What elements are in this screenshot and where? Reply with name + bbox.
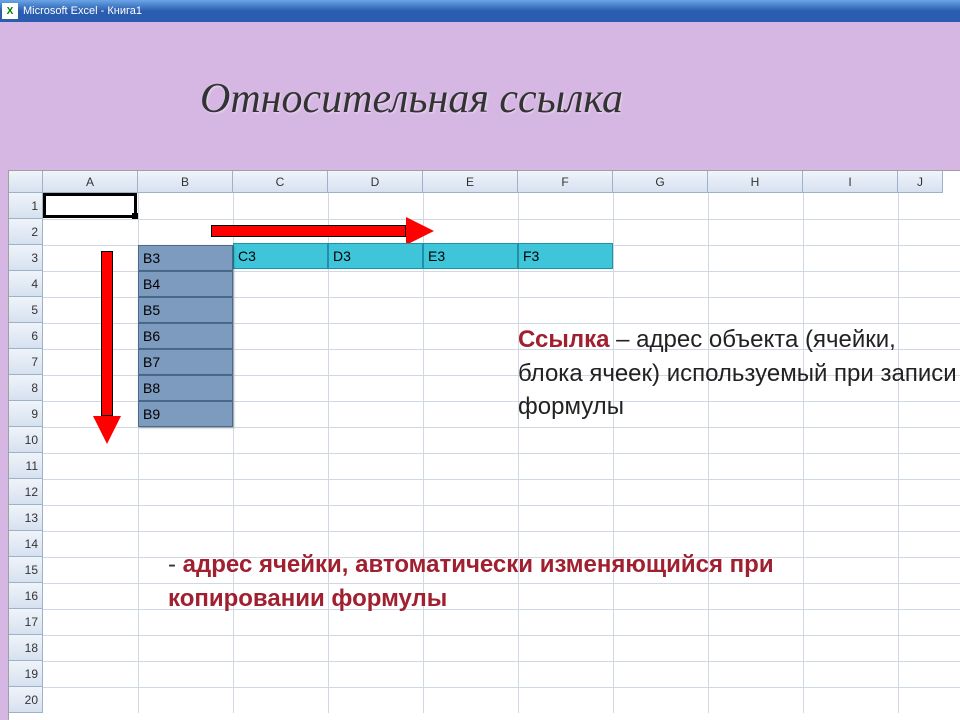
col-header[interactable]: E [423,171,518,193]
col-header[interactable]: H [708,171,803,193]
ref-cell: B8 [138,375,233,401]
row-header[interactable]: 10 [9,427,43,453]
header-corner[interactable] [9,171,43,193]
col-header[interactable]: F [518,171,613,193]
col-header[interactable]: C [233,171,328,193]
row-headers: 1 2 3 4 5 6 7 8 9 10 11 12 13 14 15 16 1… [9,193,43,713]
row-header[interactable]: 5 [9,297,43,323]
vertical-reference-cells: B3 B4 B5 B6 B7 B8 B9 [138,245,233,427]
horizontal-reference-cells: C3 D3 E3 F3 [233,243,613,269]
ref-cell: B7 [138,349,233,375]
exp-seg: изменяющийся [540,551,723,578]
ref-cell: F3 [518,243,613,269]
column-headers: A B C D E F G H I J [9,171,960,193]
spreadsheet: A B C D E F G H I J 1 2 3 4 5 6 7 8 9 10 [8,170,960,720]
ref-cell: D3 [328,243,423,269]
row-header[interactable]: 13 [9,505,43,531]
ref-cell: C3 [233,243,328,269]
row-header[interactable]: 1 [9,193,43,219]
row-header[interactable]: 20 [9,687,43,713]
row-header[interactable]: 4 [9,271,43,297]
col-header[interactable]: A [43,171,138,193]
explanation-text: - адрес ячейки, автоматически изменяющий… [168,548,848,615]
cell-grid[interactable]: C3 D3 E3 F3 B3 B4 B5 B6 B7 B8 B9 Ссылка … [43,193,960,713]
ref-cell: B4 [138,271,233,297]
col-header[interactable]: J [898,171,943,193]
ref-cell: B3 [138,245,233,271]
row-header[interactable]: 11 [9,453,43,479]
exp-seg: адрес ячейки [183,551,342,578]
exp-seg: , автоматически [342,551,540,578]
definition-term: Ссылка [518,326,609,353]
row-header[interactable]: 16 [9,583,43,609]
col-header[interactable]: B [138,171,233,193]
row-header[interactable]: 6 [9,323,43,349]
row-header[interactable]: 9 [9,401,43,427]
row-header[interactable]: 7 [9,349,43,375]
titlebar-text: Microsoft Excel - Книга1 [23,5,142,17]
row-header[interactable]: 15 [9,557,43,583]
ref-cell: B6 [138,323,233,349]
arrow-down-icon [93,251,121,441]
dash: - [168,551,183,578]
col-header[interactable]: G [613,171,708,193]
ref-cell: E3 [423,243,518,269]
slide-heading: Относительная ссылка [200,75,623,123]
row-header[interactable]: 12 [9,479,43,505]
row-header[interactable]: 18 [9,635,43,661]
row-header[interactable]: 2 [9,219,43,245]
active-cell-selection[interactable] [43,193,137,218]
arrow-right-icon [211,219,431,243]
col-header[interactable]: I [803,171,898,193]
col-header[interactable]: D [328,171,423,193]
excel-icon: X [2,3,18,19]
definition-text: Ссылка – адрес объекта (ячейки, блока яч… [518,323,958,424]
ref-cell: B9 [138,401,233,427]
row-header[interactable]: 14 [9,531,43,557]
row-header[interactable]: 19 [9,661,43,687]
ref-cell: B5 [138,297,233,323]
row-header[interactable]: 8 [9,375,43,401]
row-header[interactable]: 17 [9,609,43,635]
titlebar: X Microsoft Excel - Книга1 [0,0,960,22]
row-header[interactable]: 3 [9,245,43,271]
